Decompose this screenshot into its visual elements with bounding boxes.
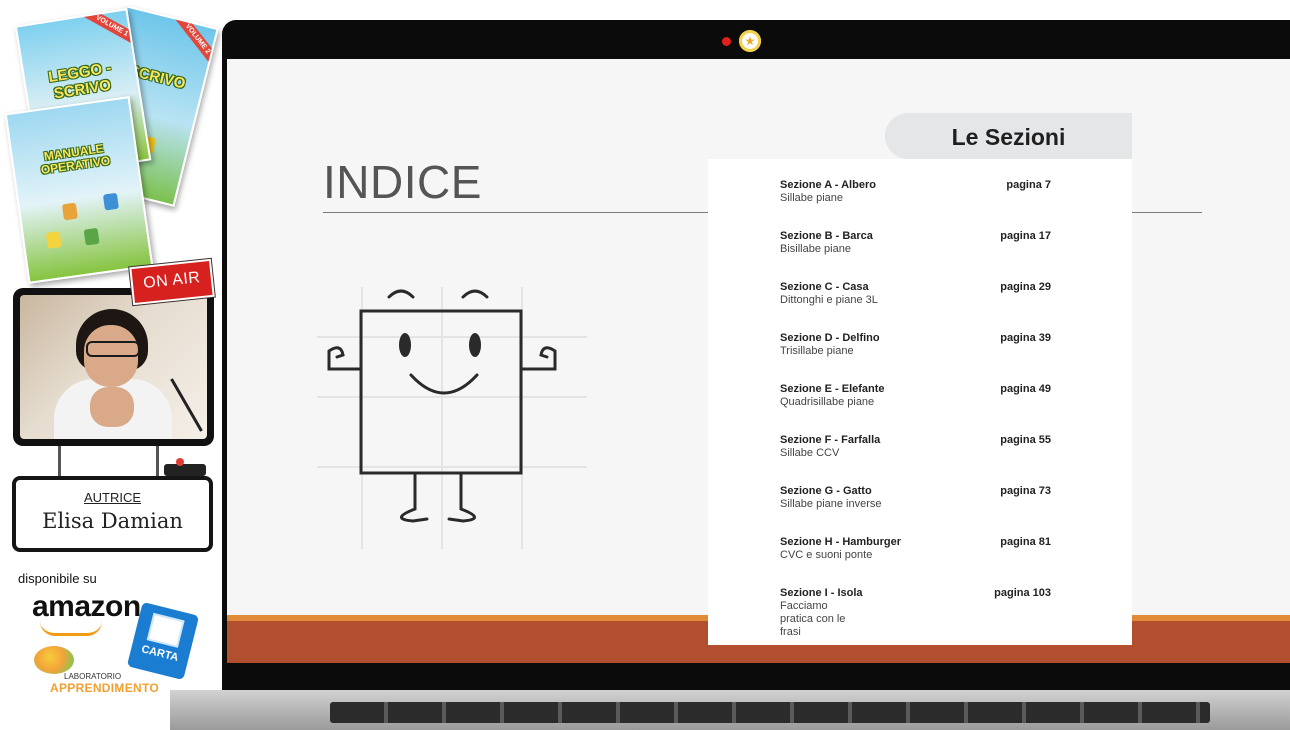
- author-nameplate: AUTRICE Elisa Damian: [12, 476, 213, 552]
- presenter-hands: [90, 387, 134, 427]
- sections-header: Le Sezioni: [885, 113, 1132, 159]
- section-page: pagina 29: [1000, 281, 1051, 293]
- section-entry: Sezione D - Delfino Trisillabe piane pag…: [780, 332, 1055, 383]
- camera-indicator-icon: [722, 37, 731, 46]
- light-bulb-icon: ★: [739, 30, 761, 52]
- section-subtitle: Trisillabe piane: [780, 345, 854, 357]
- book-title: MANUALE OPERATIVO: [39, 141, 112, 178]
- section-entry: Sezione F - Farfalla Sillabe CCV pagina …: [780, 434, 1055, 485]
- section-page: pagina 81: [1000, 536, 1051, 548]
- monitor-stand: [58, 446, 61, 476]
- presentation-slide: INDICE Le Sezioni Sezione A - Albero Sil…: [227, 59, 1290, 663]
- book-cover-manuale-operativo: MANUALE OPERATIVO: [4, 96, 154, 284]
- character-icon: [61, 202, 78, 221]
- section-page: pagina 55: [1000, 434, 1051, 446]
- character-icon: [83, 227, 100, 246]
- character-icon: [102, 192, 119, 211]
- tree-logo-icon: [34, 646, 74, 674]
- amazon-logo: amazon: [32, 590, 141, 623]
- title-divider: [323, 212, 709, 213]
- webcam-video: [20, 295, 207, 439]
- amazon-smile-icon: [40, 621, 102, 636]
- section-name: Sezione D - Delfino: [780, 332, 880, 344]
- character-icon: [45, 231, 62, 249]
- section-entry: Sezione I - Isola Facciamo pratica con l…: [780, 587, 1055, 638]
- section-entry: Sezione G - Gatto Sillabe piane inverse …: [780, 485, 1055, 536]
- square-mascot-illustration: [317, 287, 587, 549]
- section-name: Sezione B - Barca: [780, 230, 873, 242]
- section-subtitle: Quadrisillabe piane: [780, 396, 875, 408]
- section-page: pagina 103: [994, 587, 1051, 599]
- section-name: Sezione G - Gatto: [780, 485, 872, 497]
- author-name: Elisa Damian: [42, 509, 183, 533]
- section-subtitle: Sillabe piane: [780, 192, 843, 204]
- section-entry: Sezione C - Casa Dittonghi e piane 3L pa…: [780, 281, 1055, 332]
- section-subtitle: Sillabe piane inverse: [780, 498, 882, 510]
- lab-logo-small-text: LABORATORIO: [64, 672, 122, 681]
- section-page: pagina 73: [1000, 485, 1051, 497]
- webcam-monitor: [13, 288, 214, 446]
- section-subtitle: Sillabe CCV: [780, 447, 840, 459]
- monitor-stand: [156, 446, 159, 476]
- book-ribbon: VOLUME 2: [174, 12, 219, 67]
- section-page: pagina 49: [1000, 383, 1051, 395]
- record-indicator-icon: [176, 458, 184, 466]
- section-entry: Sezione H - Hamburger CVC e suoni ponte …: [780, 536, 1055, 587]
- sections-list: Sezione A - Albero Sillabe piane pagina …: [780, 179, 1055, 638]
- section-name: Sezione F - Farfalla: [780, 434, 881, 446]
- section-subtitle: Dittonghi e piane 3L: [780, 294, 878, 306]
- qr-icon: [146, 612, 185, 648]
- lab-logo-big-text: APPRENDIMENTO: [50, 681, 160, 695]
- section-entry: Sezione A - Albero Sillabe piane pagina …: [780, 179, 1055, 230]
- section-subtitle: CVC e suoni ponte: [780, 549, 873, 561]
- section-page: pagina 39: [1000, 332, 1051, 344]
- microphone-icon: [170, 378, 203, 432]
- section-page: pagina 17: [1000, 230, 1051, 242]
- section-subtitle: Facciamo pratica con le frasi: [780, 600, 846, 638]
- section-name: Sezione A - Albero: [780, 179, 876, 191]
- book-covers: VOLUME 2 SCRIVO VOLUME 1 LEGGO - SCRIVO …: [0, 0, 222, 284]
- microphone-base: [164, 464, 206, 476]
- keyboard-keys: [330, 702, 1210, 723]
- author-label: AUTRICE: [83, 490, 142, 505]
- presenter-glasses: [86, 341, 140, 357]
- section-name: Sezione H - Hamburger: [780, 536, 902, 548]
- sections-heading: Le Sezioni: [951, 124, 1066, 150]
- section-entry: Sezione E - Elefante Quadrisillabe piane…: [780, 383, 1055, 434]
- section-subtitle: Bisillabe piane: [780, 243, 851, 255]
- slide-title: INDICE: [323, 156, 482, 208]
- section-name: Sezione I - Isola: [780, 587, 863, 599]
- sidebar: VOLUME 2 SCRIVO VOLUME 1 LEGGO - SCRIVO …: [0, 0, 222, 723]
- section-entry: Sezione B - Barca Bisillabe piane pagina…: [780, 230, 1055, 281]
- section-name: Sezione E - Elefante: [780, 383, 885, 395]
- title-divider: [1132, 212, 1202, 213]
- section-name: Sezione C - Casa: [780, 281, 869, 293]
- available-on-label: disponibile su: [18, 571, 97, 586]
- section-page: pagina 7: [1006, 179, 1051, 191]
